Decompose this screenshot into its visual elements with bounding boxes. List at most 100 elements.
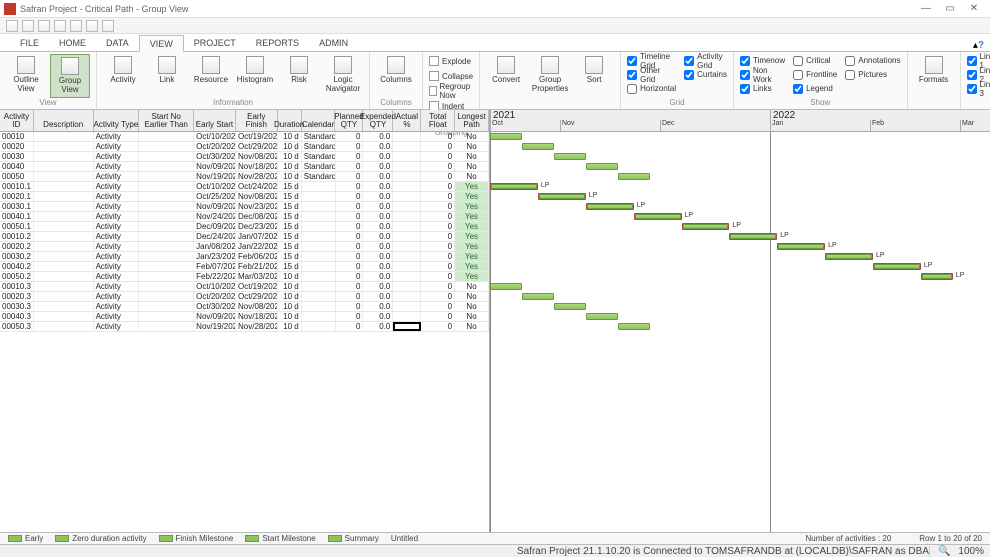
cell-eq[interactable]: 0.0 xyxy=(363,302,393,311)
cell-act[interactable] xyxy=(393,262,421,271)
qat-save-icon[interactable] xyxy=(6,20,18,32)
cell-lp[interactable]: No xyxy=(455,162,489,171)
columns-button[interactable]: Columns xyxy=(376,54,416,87)
table-row[interactable]: 00020.2ActivityJan/08/2022Jan/22/202215 … xyxy=(0,242,489,252)
cell-es[interactable]: Nov/24/2021 xyxy=(194,212,236,221)
table-row[interactable]: 00030ActivityOct/30/2021Nov/08/202110 dS… xyxy=(0,152,489,162)
cell-type[interactable]: Activity xyxy=(94,192,140,201)
cell-dur[interactable]: 10 d xyxy=(278,132,302,141)
check-activity-grid[interactable]: Activity Grid xyxy=(684,54,727,67)
cell-eq[interactable]: 0.0 xyxy=(363,132,393,141)
group-view-button[interactable]: Group View xyxy=(50,54,90,98)
cell-dur[interactable]: 15 d xyxy=(278,222,302,231)
cell-act[interactable] xyxy=(393,272,421,281)
cell-ef[interactable]: Nov/08/2021 xyxy=(236,302,278,311)
cell-sne[interactable] xyxy=(139,132,194,141)
cell-id[interactable]: 00040.2 xyxy=(0,262,34,271)
cell-tf[interactable]: 0 xyxy=(421,292,455,301)
table-row[interactable]: 00040.2ActivityFeb/07/2022Feb/21/202215 … xyxy=(0,262,489,272)
cell-pq[interactable]: 0 xyxy=(336,182,364,191)
cell-dur[interactable]: 10 d xyxy=(278,312,302,321)
cell-pq[interactable]: 0 xyxy=(336,282,364,291)
cell-sne[interactable] xyxy=(139,162,194,171)
cell-eq[interactable]: 0.0 xyxy=(363,262,393,271)
gantt-bar[interactable] xyxy=(554,153,586,160)
cell-sne[interactable] xyxy=(139,312,194,321)
cell-desc[interactable] xyxy=(34,162,94,171)
cell-es[interactable]: Jan/23/2022 xyxy=(194,252,236,261)
cell-act[interactable] xyxy=(393,232,421,241)
cell-sne[interactable] xyxy=(139,222,194,231)
cell-cal[interactable] xyxy=(302,292,336,301)
check-critical-box[interactable] xyxy=(793,56,803,66)
cell-sne[interactable] xyxy=(139,182,194,191)
check-activity-grid-box[interactable] xyxy=(684,56,694,66)
qat-new-icon[interactable] xyxy=(38,20,50,32)
cell-pq[interactable]: 0 xyxy=(336,322,364,331)
logic-navigator-button[interactable]: Logic Navigator xyxy=(323,54,363,96)
cell-lp[interactable]: No xyxy=(455,312,489,321)
cell-sne[interactable] xyxy=(139,202,194,211)
table-row[interactable]: 00010ActivityOct/10/2021Oct/19/202110 dS… xyxy=(0,132,489,142)
cell-type[interactable]: Activity xyxy=(94,292,140,301)
cell-ef[interactable]: Dec/08/2021 xyxy=(236,212,278,221)
cell-lp[interactable]: Yes xyxy=(455,182,489,191)
cell-act[interactable] xyxy=(393,182,421,191)
histogram-button[interactable]: Histogram xyxy=(235,54,275,87)
grouping-regroup-now[interactable]: Regroup Now xyxy=(429,84,473,98)
cell-lp[interactable]: Yes xyxy=(455,192,489,201)
check-curtains-box[interactable] xyxy=(684,70,694,80)
cell-sne[interactable] xyxy=(139,282,194,291)
col-activity-id[interactable]: Activity ID xyxy=(0,110,34,131)
cell-sne[interactable] xyxy=(139,302,194,311)
check-links[interactable]: Links xyxy=(740,82,785,95)
cell-lp[interactable]: Yes xyxy=(455,252,489,261)
cell-ef[interactable]: Dec/23/2021 xyxy=(236,222,278,231)
cell-ef[interactable]: Nov/18/2021 xyxy=(236,162,278,171)
cell-type[interactable]: Activity xyxy=(94,162,140,171)
resource-button[interactable]: Resource xyxy=(191,54,231,87)
cell-cal[interactable] xyxy=(302,242,336,251)
cell-cal[interactable] xyxy=(302,252,336,261)
col-description[interactable]: Description xyxy=(34,110,94,131)
cell-eq[interactable]: 0.0 xyxy=(363,142,393,151)
cell-lp[interactable]: No xyxy=(455,322,489,331)
cell-act[interactable] xyxy=(393,192,421,201)
cell-sne[interactable] xyxy=(139,232,194,241)
cell-dur[interactable]: 10 d xyxy=(278,322,302,331)
cell-dur[interactable]: 10 d xyxy=(278,142,302,151)
cell-cal[interactable] xyxy=(302,272,336,281)
cell-type[interactable]: Activity xyxy=(94,212,140,221)
cell-lp[interactable]: Yes xyxy=(455,222,489,231)
gantt-bar[interactable] xyxy=(522,293,554,300)
cell-act[interactable] xyxy=(393,212,421,221)
cell-es[interactable]: Oct/25/2021 xyxy=(194,192,236,201)
gantt-bar[interactable] xyxy=(586,313,618,320)
col-actual-pct[interactable]: Actual % xyxy=(393,110,421,131)
cell-id[interactable]: 00050 xyxy=(0,172,34,181)
cell-act[interactable] xyxy=(393,322,421,331)
cell-lp[interactable]: No xyxy=(455,152,489,161)
cell-cal[interactable] xyxy=(302,262,336,271)
cell-es[interactable]: Oct/10/2021 xyxy=(194,132,236,141)
cell-dur[interactable]: 10 d xyxy=(278,302,302,311)
cell-ef[interactable]: Oct/19/2021 xyxy=(236,132,278,141)
cell-act[interactable] xyxy=(393,152,421,161)
cell-type[interactable]: Activity xyxy=(94,202,140,211)
cell-dur[interactable]: 10 d xyxy=(278,272,302,281)
check-timeline-grid-box[interactable] xyxy=(627,56,637,66)
col-duration[interactable]: Duration xyxy=(278,110,302,131)
cell-cal[interactable]: Standard xyxy=(302,142,336,151)
cell-cal[interactable]: Standard xyxy=(302,162,336,171)
cell-ef[interactable]: Oct/24/2021 xyxy=(236,182,278,191)
cell-type[interactable]: Activity xyxy=(94,142,140,151)
cell-desc[interactable] xyxy=(34,152,94,161)
cell-act[interactable] xyxy=(393,142,421,151)
cell-eq[interactable]: 0.0 xyxy=(363,312,393,321)
check-frontline[interactable]: Frontline xyxy=(793,68,837,81)
cell-dur[interactable]: 15 d xyxy=(278,242,302,251)
cell-desc[interactable] xyxy=(34,132,94,141)
cell-pq[interactable]: 0 xyxy=(336,192,364,201)
minimize-button[interactable]: — xyxy=(914,3,938,14)
check-horizontal[interactable]: Horizontal xyxy=(627,82,676,95)
